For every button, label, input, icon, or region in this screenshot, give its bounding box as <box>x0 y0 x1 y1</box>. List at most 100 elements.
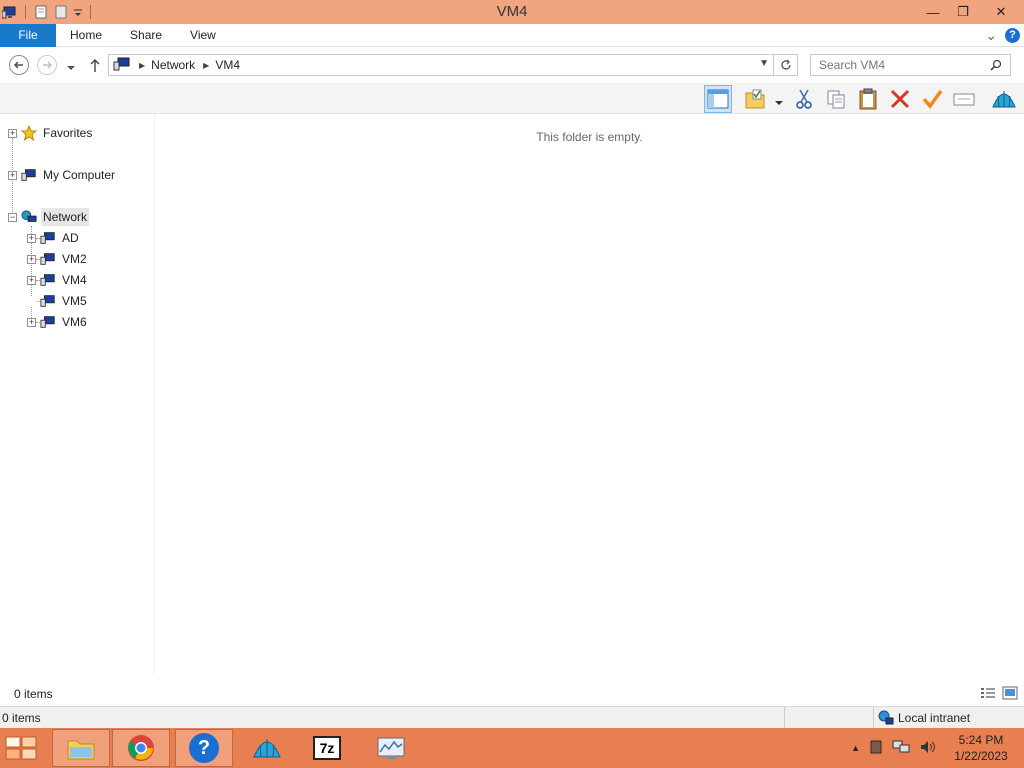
computer-icon <box>21 167 37 183</box>
separator <box>90 5 91 19</box>
taskbar: ? 7z ▲ 5:24 PM 1/22/2023 <box>0 728 1024 768</box>
tree-item-vm4[interactable]: + VM4 <box>27 270 89 290</box>
expand-plus-icon[interactable]: + <box>27 233 36 243</box>
search-input[interactable] <box>819 58 979 72</box>
customize-dropdown-icon[interactable] <box>73 4 83 20</box>
tab-view[interactable]: View <box>176 24 230 47</box>
forward-button[interactable] <box>37 55 57 75</box>
properties-icon[interactable] <box>33 4 49 20</box>
empty-folder-message: This folder is empty. <box>536 130 643 144</box>
network-tray-icon[interactable] <box>892 740 910 757</box>
tree-item-vm2[interactable]: + VM2 <box>27 249 89 269</box>
quick-access-toolbar <box>0 0 94 24</box>
navigation-bar: ▶ Network ▶ VM4 ▼ <box>0 47 1024 83</box>
taskbar-file-explorer[interactable] <box>52 729 110 767</box>
address-dropdown-icon[interactable]: ▼ <box>759 58 769 69</box>
delete-button[interactable] <box>886 85 914 113</box>
address-bar[interactable]: ▶ Network ▶ VM4 ▼ <box>108 54 798 76</box>
tree-item-vm5[interactable]: VM5 <box>27 291 89 311</box>
rename-button[interactable] <box>950 85 978 113</box>
tree-item-favorites[interactable]: + Favorites <box>8 123 94 143</box>
window-title: VM4 <box>496 3 528 20</box>
details-view-icon[interactable] <box>980 686 996 703</box>
tree-item-label: VM4 <box>62 273 87 287</box>
back-arrow-icon <box>14 61 23 69</box>
volume-icon[interactable] <box>920 740 936 757</box>
tree-item-my-computer[interactable]: + My Computer <box>8 165 117 185</box>
tree-item-label: AD <box>62 231 79 245</box>
zone-label: Local intranet <box>898 711 971 725</box>
tree-item-vm6[interactable]: + VM6 <box>27 312 89 332</box>
taskbar-chrome[interactable] <box>112 729 170 767</box>
shell-extension-button[interactable] <box>990 85 1018 113</box>
chrome-icon <box>128 735 154 761</box>
copy-button[interactable] <box>822 85 850 113</box>
refresh-button[interactable] <box>773 55 797 75</box>
minimize-button[interactable]: — <box>918 0 948 24</box>
sevenzip-icon: 7z <box>313 736 341 760</box>
tree-item-ad[interactable]: + AD <box>27 228 81 248</box>
show-hidden-icons-button[interactable]: ▲ <box>851 743 860 753</box>
move-to-folder-button[interactable] <box>742 85 770 113</box>
tab-file[interactable]: File <box>0 23 56 47</box>
up-button[interactable] <box>88 57 102 76</box>
taskbar-monitor-app[interactable] <box>362 729 420 767</box>
breadcrumb-separator-icon[interactable]: ▶ <box>139 61 145 70</box>
paste-button[interactable] <box>854 85 882 113</box>
copy-icon <box>827 90 845 109</box>
clock[interactable]: 5:24 PM 1/22/2023 <box>946 732 1016 764</box>
status-cell <box>784 707 873 729</box>
collapse-minus-icon[interactable]: − <box>8 212 17 222</box>
ribbon-tabs: File Home Share View ⌄ ? <box>0 23 1024 47</box>
tree-item-label: Network <box>41 208 90 226</box>
tree-item-label: Favorites <box>43 126 93 140</box>
expand-plus-icon[interactable]: + <box>8 128 17 138</box>
move-dropdown-icon[interactable] <box>775 95 783 109</box>
back-button[interactable] <box>9 55 29 75</box>
taskbar-help[interactable]: ? <box>175 729 233 767</box>
breadcrumb-vm4[interactable]: VM4 <box>215 58 240 72</box>
tab-share[interactable]: Share <box>116 24 176 47</box>
search-icon[interactable] <box>990 59 1002 71</box>
chevron-down-icon <box>67 66 75 70</box>
expand-plus-icon[interactable]: + <box>27 254 36 264</box>
cut-button[interactable] <box>790 85 818 113</box>
close-button[interactable]: ✕ <box>978 0 1024 24</box>
tree-item-label: VM6 <box>62 315 87 329</box>
tab-home[interactable]: Home <box>56 24 116 47</box>
tree-item-label: VM2 <box>62 252 87 266</box>
up-arrow-icon <box>90 59 100 72</box>
recent-locations-button[interactable] <box>66 61 76 75</box>
action-center-icon[interactable] <box>870 740 882 757</box>
computer-icon[interactable] <box>1 4 18 20</box>
expand-plus-icon[interactable]: + <box>27 275 36 285</box>
start-button[interactable] <box>0 729 42 767</box>
new-folder-icon[interactable] <box>53 4 69 20</box>
large-icons-view-icon[interactable] <box>1002 686 1018 703</box>
tree-item-network[interactable]: − Network <box>8 207 90 227</box>
preview-pane-button[interactable] <box>704 85 732 113</box>
search-box[interactable] <box>810 54 1011 76</box>
computer-icon <box>40 251 56 267</box>
select-button[interactable] <box>918 85 946 113</box>
clock-date: 1/22/2023 <box>954 749 1008 763</box>
help-icon: ? <box>189 733 219 763</box>
seashell-icon <box>253 739 281 758</box>
expand-plus-icon[interactable]: + <box>27 317 36 327</box>
breadcrumb-network[interactable]: Network <box>151 58 195 72</box>
breadcrumb-separator-icon[interactable]: ▶ <box>203 61 209 70</box>
view-switcher <box>980 686 1018 703</box>
tree-item-label: VM5 <box>62 294 87 308</box>
title-bar: VM4 — ❐ ✕ <box>0 0 1024 24</box>
scissors-icon <box>796 89 812 109</box>
start-icon <box>5 736 37 760</box>
expand-plus-icon[interactable]: + <box>8 170 17 180</box>
computer-icon <box>113 56 131 75</box>
taskbar-7zip[interactable]: 7z <box>298 729 356 767</box>
help-button[interactable]: ? <box>1005 28 1020 43</box>
system-tray: ▲ 5:24 PM 1/22/2023 <box>851 728 1016 768</box>
layout-icon <box>707 89 729 109</box>
maximize-button[interactable]: ❐ <box>948 0 978 24</box>
taskbar-shell-app[interactable] <box>238 729 296 767</box>
expand-ribbon-icon[interactable]: ⌄ <box>985 27 997 44</box>
